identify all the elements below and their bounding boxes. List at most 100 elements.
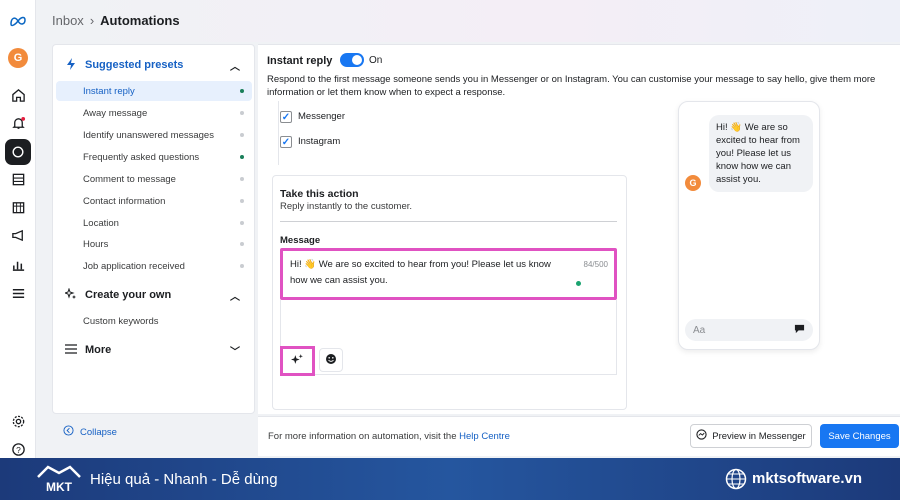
status-dot [240,264,244,268]
instagram-checkbox[interactable]: ✓ [280,136,292,148]
sparkle-icon [63,286,79,303]
suggested-presets-title: Suggested presets [85,59,184,71]
status-dot [240,177,244,181]
sidebar-item-away-message[interactable]: Away message [56,103,252,123]
sidebar-item-custom-keywords[interactable]: Custom keywords [56,311,252,331]
menu-icon[interactable] [9,284,27,302]
ai-sparkle-button[interactable] [280,346,315,376]
status-dot [576,281,581,286]
status-dot [240,133,244,137]
footer-info-text: For more information on automation, visi… [268,431,460,442]
avatar[interactable]: G [8,48,28,68]
content-icon[interactable] [9,170,27,188]
breadcrumb: Inbox › Automations [52,13,180,28]
action-title: Take this action [280,188,359,200]
message-textarea[interactable]: Hi! 👋 We are so excited to hear from you… [280,248,617,300]
page-title: Automations [100,13,180,28]
suggested-presets-header[interactable]: Suggested presets ︿ [53,54,256,76]
insights-icon[interactable] [9,255,27,273]
more-header[interactable]: More ﹀ [53,339,256,361]
messenger-preview-phone: Hi! 👋 We are so excited to hear from you… [678,101,820,350]
emoji-smile-icon [325,353,337,368]
lightning-icon [63,57,79,73]
sparkle-icon [291,353,304,369]
section-description: Respond to the first message someone sen… [267,74,876,98]
chevron-up-icon[interactable]: ︿ [230,58,240,73]
preview-button-label: Preview in Messenger [712,430,806,442]
instagram-label: Instagram [298,136,341,147]
status-dot [240,242,244,246]
collapse-button[interactable]: Collapse [63,425,117,439]
top-bar: Inbox › Automations [36,0,900,42]
section-title: Instant reply [267,55,333,67]
home-icon[interactable] [9,86,27,104]
sidebar-item-label: Identify unanswered messages [83,129,214,141]
char-counter: 84/500 [583,260,608,269]
sidebar-item-hours[interactable]: Hours [56,234,252,254]
help-icon[interactable]: ? [9,440,27,458]
svg-text:?: ? [16,444,21,454]
messenger-checkbox[interactable]: ✓ [280,111,292,123]
preview-message-bubble: Hi! 👋 We are so excited to hear from you… [709,115,813,192]
promo-banner: MKT Hiệu quả - Nhanh - Dễ dùng mktsoftwa… [0,458,900,500]
preview-composer: Aa [685,319,813,341]
messenger-label: Messenger [298,111,345,122]
sidebar-item-label: Hours [83,238,109,250]
sidebar-item-location[interactable]: Location [56,213,252,233]
collapse-label: Collapse [80,426,117,438]
divider [280,221,617,222]
notifications-icon[interactable] [9,114,27,132]
sidebar-item-label: Job application received [83,260,185,272]
sidebar-item-faq[interactable]: Frequently asked questions [56,147,252,167]
status-dot [240,221,244,225]
sidebar-item-job-application[interactable]: Job application received [56,256,252,276]
sidebar-item-instant-reply[interactable]: Instant reply [56,81,252,101]
status-dot [240,89,244,93]
sidebar-item-contact-information[interactable]: Contact information [56,191,252,211]
ads-megaphone-icon[interactable] [9,226,27,244]
sidebar-item-identify-unanswered[interactable]: Identify unanswered messages [56,125,252,145]
chat-bubble-icon [794,323,805,337]
more-title: More [85,344,112,356]
status-dot [240,155,244,159]
message-label: Message [280,235,321,246]
action-subtitle: Reply instantly to the customer. [280,201,413,212]
divider [278,101,279,165]
sidebar-item-label: Away message [83,107,148,119]
save-changes-button[interactable]: Save Changes [820,424,899,448]
preview-in-messenger-button[interactable]: Preview in Messenger [690,424,812,448]
sidebar-item-label: Custom keywords [83,315,159,327]
channel-list: ✓ Messenger ✓ Instagram [272,101,627,165]
panel-footer: For more information on automation, visi… [258,416,900,456]
chevron-down-icon[interactable]: ﹀ [230,343,240,358]
banner-website: mktsoftware.vn [752,470,863,487]
sidebar-item-label: Comment to message [83,173,176,185]
status-dot [240,111,244,115]
settings-gear-icon[interactable] [9,412,27,430]
message-text: Hi! 👋 We are so excited to hear from you… [290,259,551,286]
preview-avatar: G [685,175,701,191]
status-dot [240,199,244,203]
help-centre-link[interactable]: Help Centre [459,431,510,442]
take-action-card: Take this action Reply instantly to the … [272,175,627,410]
emoji-button[interactable] [319,348,343,372]
instant-reply-panel: Instant reply On Respond to the first me… [258,44,900,414]
logo-text: MKT [46,480,73,494]
create-your-own-title: Create your own [85,289,172,301]
inbox-icon[interactable] [5,139,31,165]
chevron-up-icon[interactable]: ︿ [230,288,240,303]
menu-lines-icon [63,343,79,357]
messenger-icon [696,429,707,443]
create-your-own-header[interactable]: Create your own ︿ [53,284,256,306]
chevron-right-icon: › [89,13,95,28]
banner-slogan: Hiệu quả - Nhanh - Dễ dùng [90,471,278,488]
instant-reply-toggle[interactable] [340,53,364,67]
sidebar-item-label: Frequently asked questions [83,151,200,163]
breadcrumb-inbox[interactable]: Inbox [52,13,84,28]
sidebar-item-comment-to-message[interactable]: Comment to message [56,169,252,189]
footer-info: For more information on automation, visi… [268,431,510,442]
meta-logo-icon[interactable] [9,12,27,30]
globe-icon [725,468,747,490]
composer-placeholder: Aa [693,324,706,336]
calendar-icon[interactable] [9,198,27,216]
